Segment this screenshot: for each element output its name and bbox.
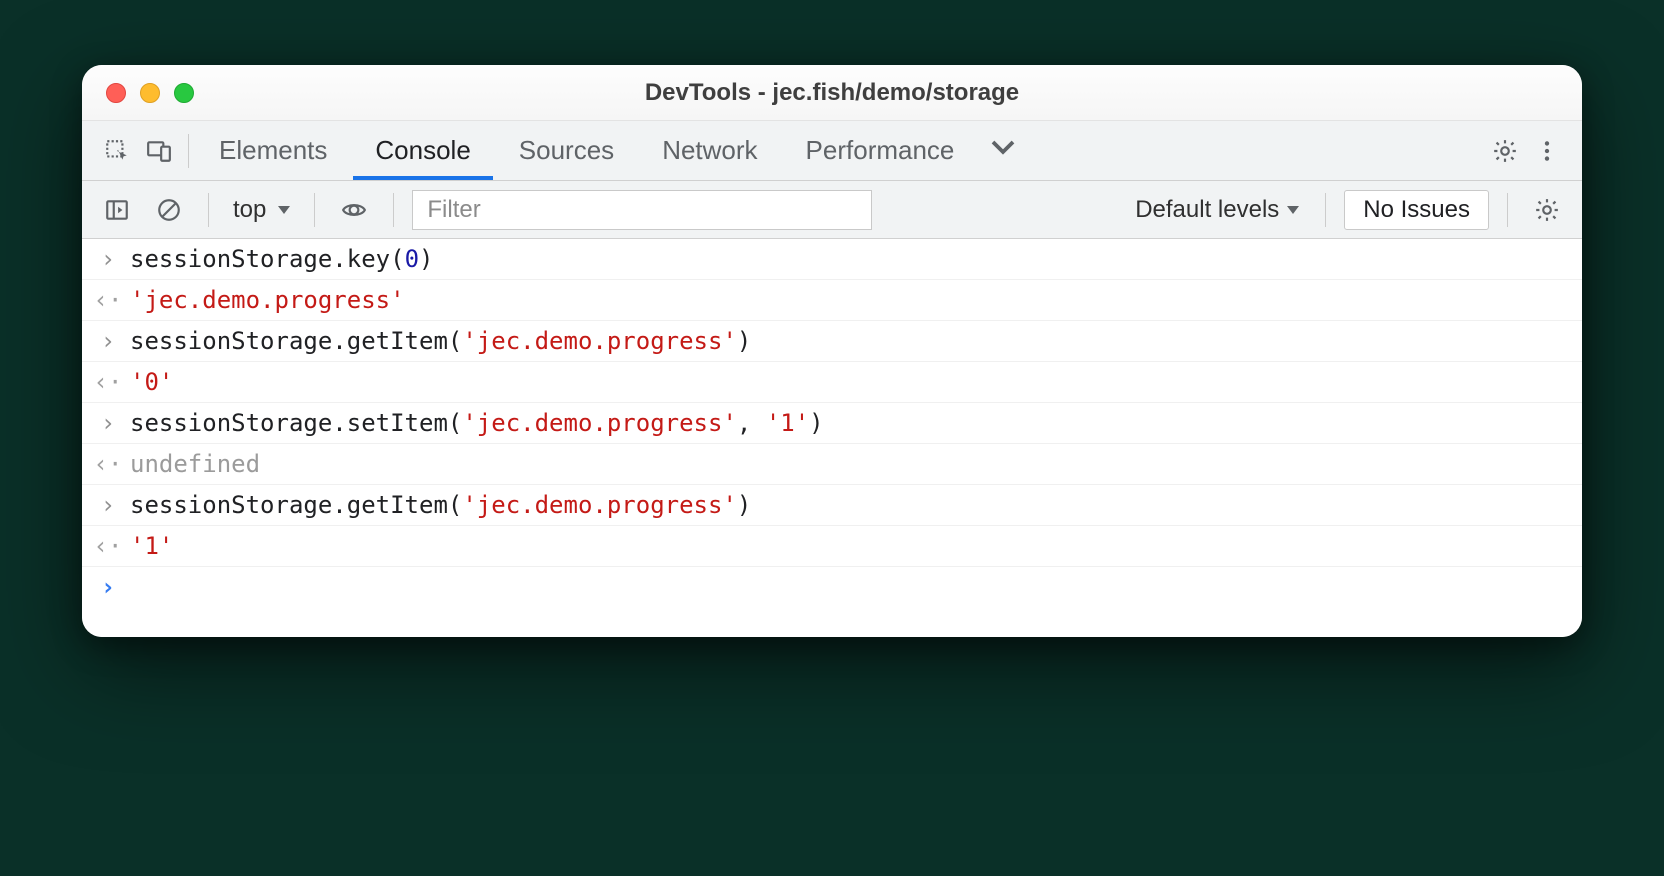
- input-marker-icon: ›: [98, 491, 118, 519]
- console-row: ‹· '0': [82, 362, 1582, 403]
- console-row: › sessionStorage.key(0): [82, 239, 1582, 280]
- dropdown-icon: [1287, 206, 1299, 214]
- output-marker-icon: ‹·: [98, 286, 118, 314]
- window-controls: [106, 83, 194, 103]
- console-row: › sessionStorage.setItem('jec.demo.progre…: [82, 403, 1582, 444]
- console-row: › sessionStorage.getItem('jec.demo.progre…: [82, 485, 1582, 526]
- console-row: › sessionStorage.getItem('jec.demo.progre…: [82, 321, 1582, 362]
- console-line-content[interactable]: undefined: [130, 450, 1566, 478]
- tab-performance[interactable]: Performance: [784, 121, 977, 180]
- divider: [393, 193, 394, 227]
- filter-input[interactable]: [412, 190, 872, 230]
- issues-button[interactable]: No Issues: [1344, 190, 1489, 230]
- divider: [314, 193, 315, 227]
- toggle-sidebar-icon[interactable]: [96, 189, 138, 231]
- console-row: ‹· '1': [82, 526, 1582, 567]
- output-marker-icon: ‹·: [98, 450, 118, 478]
- prompt-marker-icon: ›: [98, 573, 118, 601]
- console-toolbar: top Default levels No Issues: [82, 181, 1582, 239]
- console-line-content[interactable]: '0': [130, 368, 1566, 396]
- console-line-content[interactable]: sessionStorage.key(0): [130, 245, 1566, 273]
- tab-elements[interactable]: Elements: [197, 121, 349, 180]
- inspect-element-icon[interactable]: [96, 130, 138, 172]
- console-output: › sessionStorage.key(0) ‹· 'jec.demo.progre…: [82, 239, 1582, 637]
- divider: [208, 193, 209, 227]
- dropdown-icon: [278, 206, 290, 214]
- console-line-content[interactable]: sessionStorage.setItem('jec.demo.progres…: [130, 409, 1566, 437]
- kebab-menu-icon[interactable]: [1526, 130, 1568, 172]
- tab-network[interactable]: Network: [640, 121, 779, 180]
- divider: [1325, 193, 1326, 227]
- console-line-content[interactable]: 'jec.demo.progress': [130, 286, 1566, 314]
- device-toolbar-icon[interactable]: [138, 130, 180, 172]
- divider: [188, 134, 189, 168]
- more-tabs-button[interactable]: [980, 132, 1026, 169]
- console-prompt-row[interactable]: ›: [82, 567, 1582, 607]
- devtools-window: DevTools - jec.fish/demo/storage Element…: [82, 65, 1582, 637]
- minimize-window-button[interactable]: [140, 83, 160, 103]
- log-levels-label: Default levels: [1135, 196, 1279, 224]
- window-title: DevTools - jec.fish/demo/storage: [82, 79, 1582, 107]
- output-marker-icon: ‹·: [98, 368, 118, 396]
- tab-console[interactable]: Console: [353, 121, 492, 180]
- context-selector[interactable]: top: [227, 196, 296, 224]
- zoom-window-button[interactable]: [174, 83, 194, 103]
- settings-icon[interactable]: [1484, 130, 1526, 172]
- context-label: top: [233, 196, 266, 224]
- live-expression-icon[interactable]: [333, 189, 375, 231]
- tab-sources[interactable]: Sources: [497, 121, 636, 180]
- console-row: ‹· 'jec.demo.progress': [82, 280, 1582, 321]
- input-marker-icon: ›: [98, 409, 118, 437]
- titlebar: DevTools - jec.fish/demo/storage: [82, 65, 1582, 121]
- main-tabs-bar: Elements Console Sources Network Perform…: [82, 121, 1582, 181]
- input-marker-icon: ›: [98, 327, 118, 355]
- console-line-content[interactable]: sessionStorage.getItem('jec.demo.progres…: [130, 327, 1566, 355]
- console-line-content[interactable]: '1': [130, 532, 1566, 560]
- console-row: ‹· undefined: [82, 444, 1582, 485]
- tab-group: Elements Console Sources Network Perform…: [197, 121, 1026, 180]
- console-line-content[interactable]: sessionStorage.getItem('jec.demo.progres…: [130, 491, 1566, 519]
- close-window-button[interactable]: [106, 83, 126, 103]
- log-levels-selector[interactable]: Default levels: [1127, 196, 1307, 224]
- input-marker-icon: ›: [98, 245, 118, 273]
- divider: [1507, 193, 1508, 227]
- console-settings-icon[interactable]: [1526, 189, 1568, 231]
- clear-console-icon[interactable]: [148, 189, 190, 231]
- output-marker-icon: ‹·: [98, 532, 118, 560]
